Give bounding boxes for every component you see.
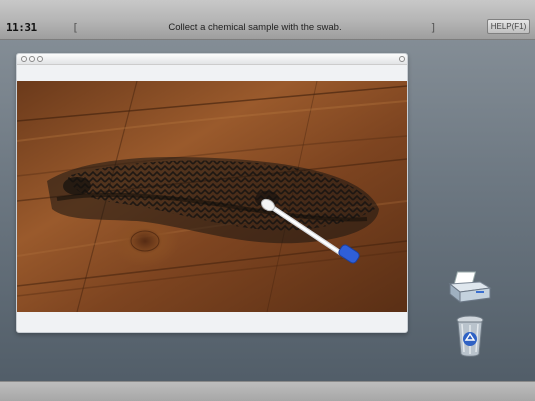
window-minimize-icon[interactable]: [29, 56, 35, 62]
timer: 11:31: [6, 21, 37, 34]
instruction-text: Collect a chemical sample with the swab.: [168, 22, 342, 33]
window-titlebar[interactable]: [17, 54, 407, 65]
window-resize-icon[interactable]: [399, 56, 405, 62]
recycle-bin-icon[interactable]: [453, 314, 487, 358]
evidence-window: [16, 53, 408, 333]
instruction-bracket-right: ]: [430, 21, 437, 34]
help-button[interactable]: HELP(F1): [487, 19, 530, 34]
top-bar: 11:31 [ Collect a chemical sample with t…: [0, 0, 535, 40]
evidence-scene[interactable]: [17, 81, 407, 312]
printer-icon[interactable]: [446, 270, 492, 306]
window-zoom-icon[interactable]: [37, 56, 43, 62]
instruction-bracket-left: [: [72, 21, 79, 34]
swab-icon[interactable]: [255, 194, 365, 274]
bottom-bar: [0, 381, 535, 401]
window-close-icon[interactable]: [21, 56, 27, 62]
